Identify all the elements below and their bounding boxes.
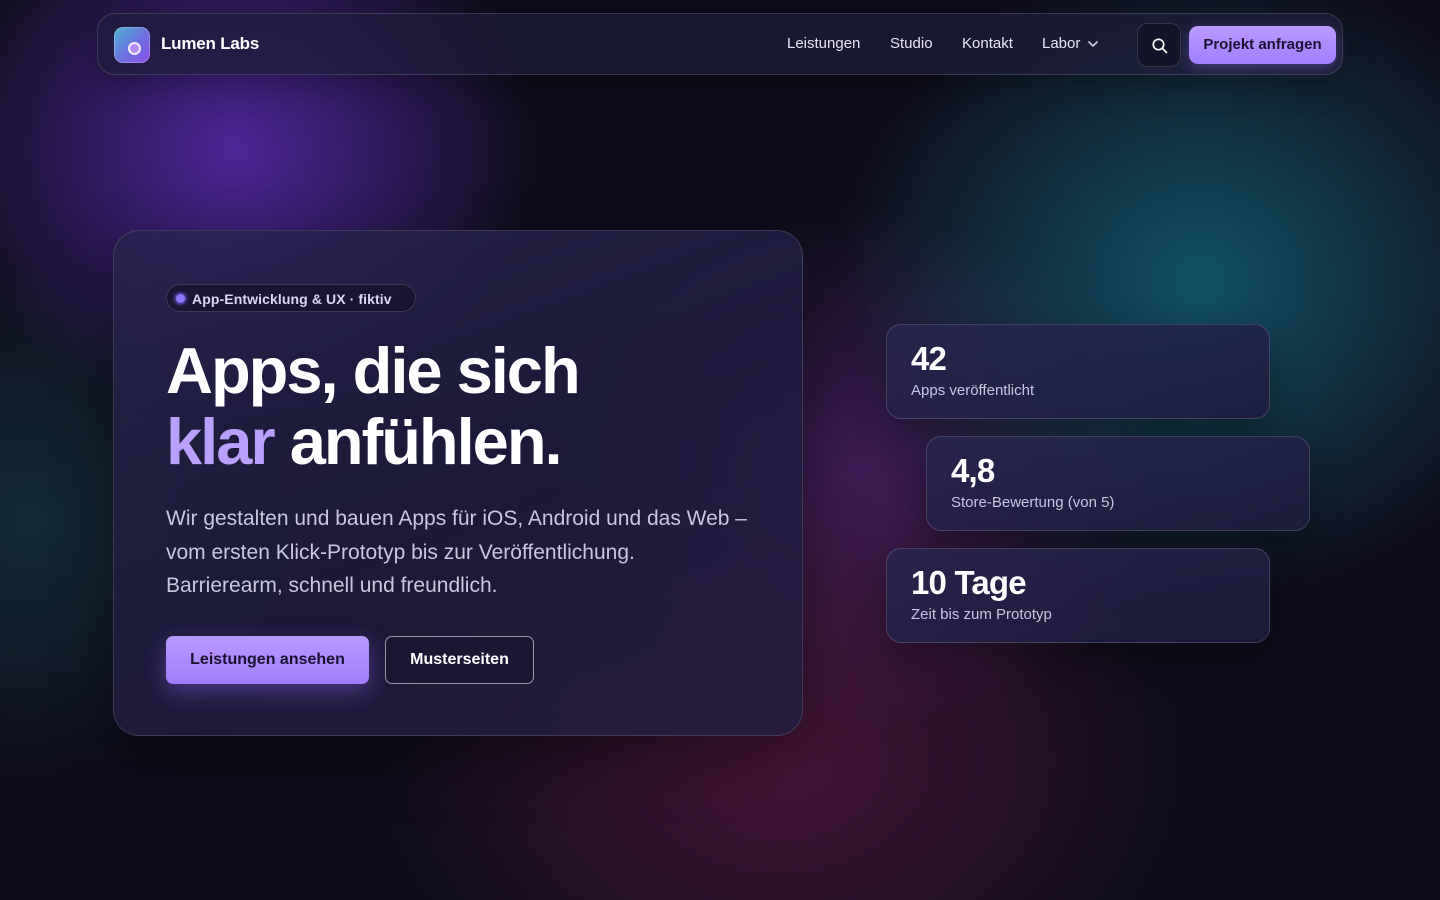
chevron-down-icon[interactable] — [1087, 40, 1099, 48]
headline-line-2-rest: anfühlen. — [289, 405, 563, 478]
stat-label: Store-Bewertung (von 5) — [951, 494, 1115, 511]
stat-card-rating: 4,8 Store-Bewertung (von 5) — [926, 436, 1310, 531]
stat-value: 42 — [911, 340, 947, 377]
project-request-button[interactable]: Projekt anfragen — [1189, 26, 1336, 64]
nav-link-studio[interactable]: Studio — [890, 35, 933, 52]
logo-dot — [128, 42, 141, 55]
stat-label: Apps veröffentlicht — [911, 382, 1035, 399]
stat-value: 10 Tage — [911, 564, 1027, 601]
headline-accent-word: klar — [166, 405, 276, 478]
sample-pages-button[interactable]: Musterseiten — [385, 636, 534, 684]
headline-line-1: Apps, die sich — [166, 334, 581, 407]
top-navbar: Lumen Labs Leistungen Studio Kontakt Lab… — [97, 13, 1343, 75]
search-button[interactable] — [1137, 23, 1181, 67]
hero-card: App-Entwicklung & UX · fiktiv Apps, die … — [113, 230, 803, 736]
nav-link-labor[interactable]: Labor — [1042, 35, 1080, 52]
circle-logo-icon[interactable] — [114, 27, 150, 63]
hero-description: Wir gestalten und bauen Apps für iOS, An… — [166, 507, 747, 597]
search-icon — [1152, 38, 1168, 54]
stat-value: 4,8 — [951, 452, 995, 489]
stat-card-apps: 42 Apps veröffentlicht — [886, 324, 1270, 419]
view-services-button[interactable]: Leistungen ansehen — [166, 636, 369, 684]
brand-name[interactable]: Lumen Labs — [161, 34, 259, 54]
badge-label: App-Entwicklung & UX · fiktiv — [192, 291, 392, 307]
hero-headline: Apps, die sich klar anfühlen. — [166, 334, 581, 478]
nav-link-leistungen[interactable]: Leistungen — [787, 35, 860, 52]
badge-dot-icon — [176, 294, 185, 303]
category-badge: App-Entwicklung & UX · fiktiv — [166, 284, 416, 312]
stat-card-prototype-time: 10 Tage Zeit bis zum Prototyp — [886, 548, 1270, 643]
nav-link-kontakt[interactable]: Kontakt — [962, 35, 1013, 52]
stat-label: Zeit bis zum Prototyp — [911, 606, 1052, 623]
